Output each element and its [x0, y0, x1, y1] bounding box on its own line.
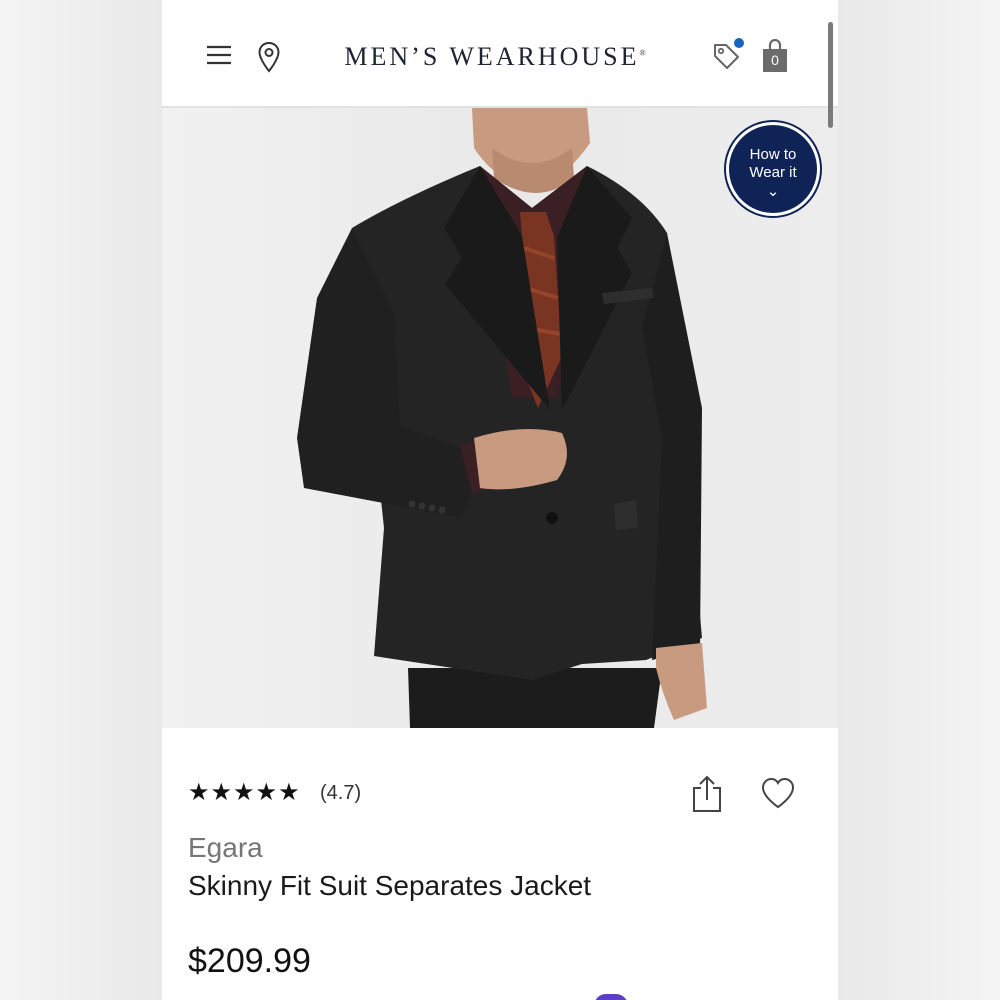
phone-screen: MEN’S WEARHOUSE® 0 How to Wear it ⌄ ★★★★… [162, 0, 838, 1000]
notification-dot [734, 38, 744, 48]
brand-logo[interactable]: MEN’S WEARHOUSE® [322, 42, 668, 72]
how-to-wear-line1: How to [749, 146, 797, 163]
how-to-wear-line2: Wear it [749, 164, 797, 181]
background-left [0, 0, 162, 1000]
product-brand[interactable]: Egara [188, 832, 263, 864]
product-info: ★★★★★ (4.7) Egara Skinny Fit Suit Separa… [162, 728, 838, 1000]
how-to-wear-it-button[interactable]: How to Wear it ⌄ [726, 122, 820, 216]
scrollbar[interactable] [828, 22, 833, 128]
product-price: $209.99 [188, 942, 311, 980]
rating-stars[interactable]: ★★★★★ [188, 778, 301, 807]
product-name: Skinny Fit Suit Separates Jacket [188, 870, 592, 901]
rating-value[interactable]: (4.7) [320, 782, 361, 805]
chevron-down-icon: ⌄ [766, 183, 780, 200]
floating-button-edge[interactable] [594, 994, 628, 1000]
background-right [838, 0, 1000, 1000]
product-image[interactable]: How to Wear it ⌄ [162, 108, 838, 728]
cart-count: 0 [771, 52, 779, 68]
share-icon[interactable] [690, 774, 724, 814]
model-illustration [162, 108, 838, 728]
site-header: MEN’S WEARHOUSE® 0 [162, 0, 838, 108]
location-pin-icon[interactable] [256, 40, 282, 74]
favorite-heart-icon[interactable] [760, 776, 796, 810]
menu-icon[interactable] [204, 40, 234, 70]
